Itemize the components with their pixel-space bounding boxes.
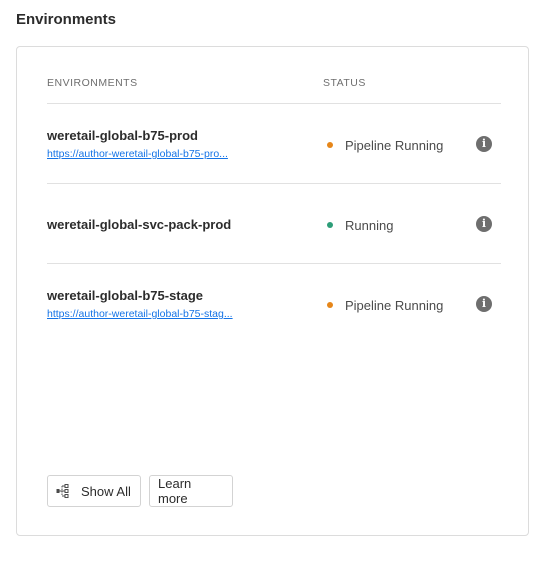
status-text: Pipeline Running — [345, 137, 444, 153]
status-cell: Pipeline Running — [327, 137, 443, 153]
table-header: ENVIRONMENTS STATUS — [47, 77, 501, 104]
environment-url-link[interactable]: https://author-weretail-global-b75-pro..… — [47, 148, 247, 160]
status-cell: Pipeline Running — [327, 297, 443, 313]
table-row: weretail-global-b75-stage https://author… — [47, 264, 501, 344]
show-all-button[interactable]: Show All — [47, 475, 141, 507]
status-text: Running — [345, 217, 394, 233]
table-row: weretail-global-b75-prod https://author-… — [47, 104, 501, 184]
info-icon[interactable]: i — [476, 296, 492, 312]
status-dot-icon — [327, 302, 333, 308]
info-icon[interactable]: i — [476, 216, 492, 232]
environments-card: ENVIRONMENTS STATUS weretail-global-b75-… — [16, 46, 529, 536]
learn-more-button[interactable]: Learn more — [149, 475, 233, 507]
column-header-environments: ENVIRONMENTS — [47, 77, 138, 89]
show-all-label: Show All — [81, 483, 131, 499]
environment-name: weretail-global-svc-pack-prod — [47, 217, 232, 232]
column-header-status: STATUS — [323, 77, 366, 89]
hierarchy-icon — [56, 484, 69, 498]
info-icon[interactable]: i — [476, 136, 492, 152]
status-dot-icon — [327, 222, 333, 228]
environment-name: weretail-global-b75-prod — [47, 128, 198, 143]
environment-name: weretail-global-b75-stage — [47, 288, 204, 303]
table-row: weretail-global-svc-pack-prod Running i — [47, 184, 501, 264]
environment-url-link[interactable]: https://author-weretail-global-b75-stag.… — [47, 308, 247, 320]
status-dot-icon — [327, 142, 333, 148]
learn-more-label: Learn more — [158, 476, 192, 506]
section-title: Environments — [16, 11, 117, 28]
status-cell: Running — [327, 217, 393, 233]
status-text: Pipeline Running — [345, 297, 444, 313]
